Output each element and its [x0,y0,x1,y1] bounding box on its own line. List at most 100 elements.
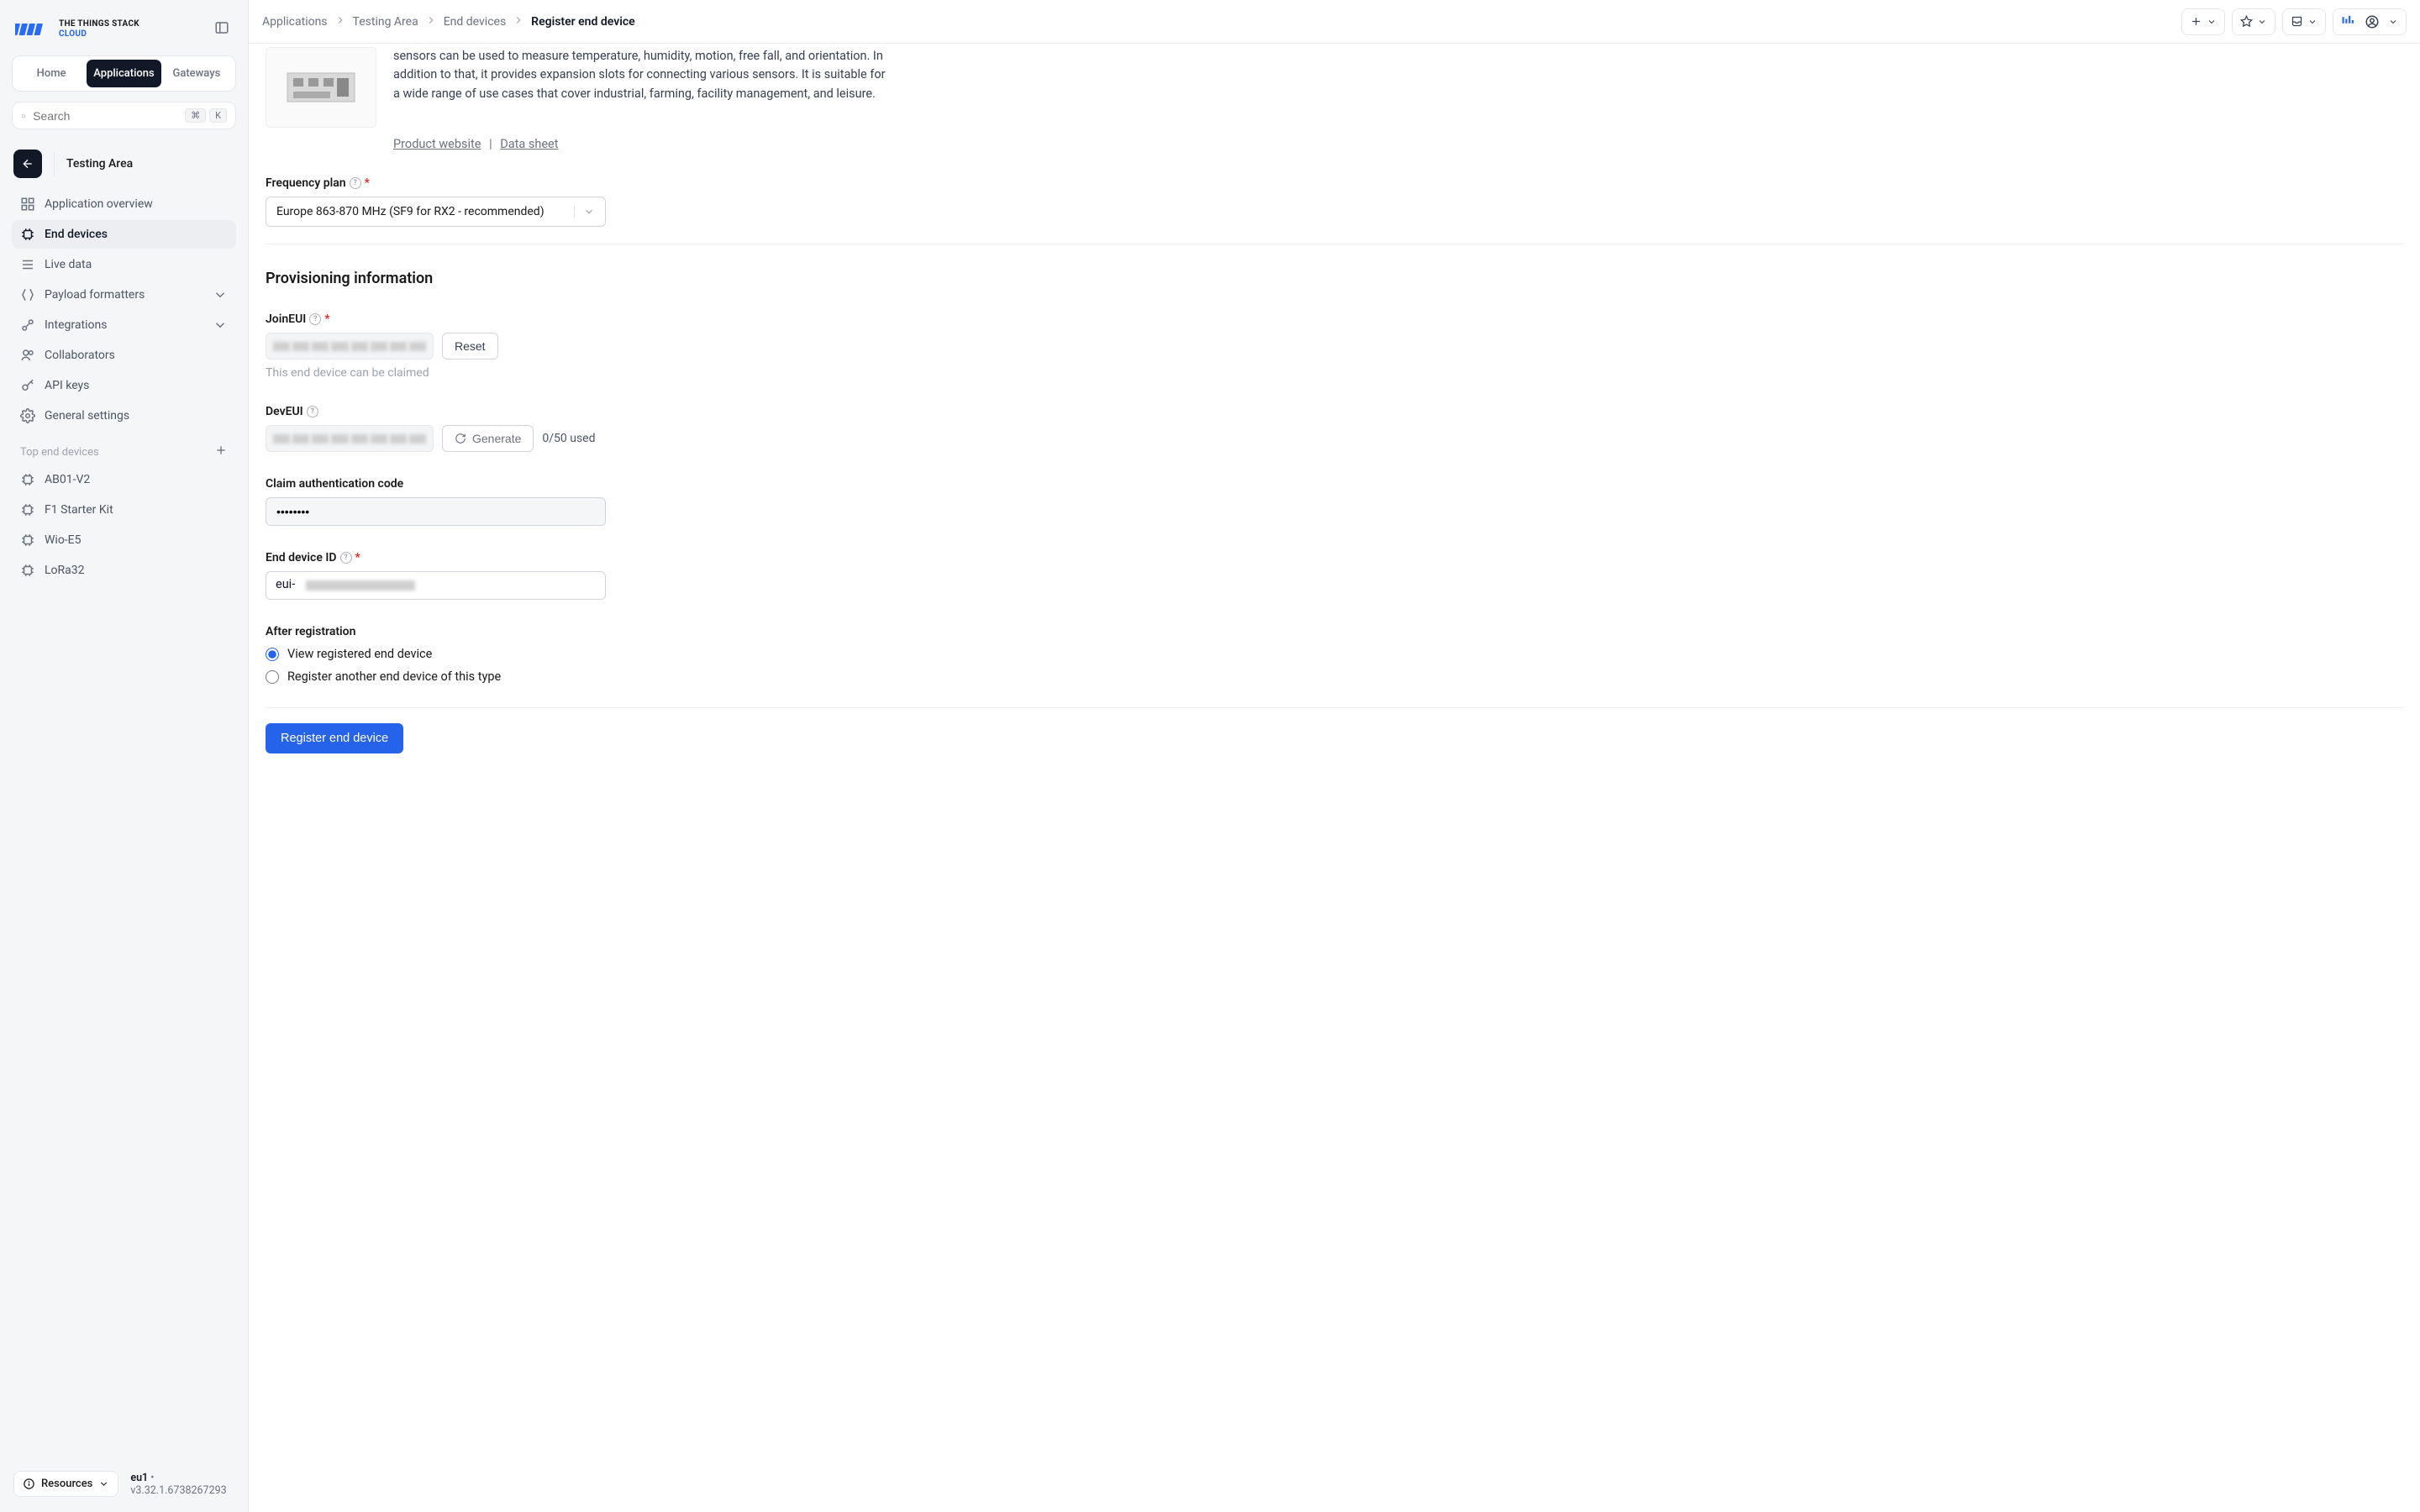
device-id-label: End device ID [266,551,337,564]
account-button[interactable] [2333,8,2407,35]
chevron-right-icon [425,14,437,26]
claim-code-input[interactable] [266,497,606,526]
product-website-link[interactable]: Product website [393,137,481,151]
product-image [266,47,376,128]
claim-code-label: Claim authentication code [266,477,403,491]
nav-end-devices[interactable]: End devices [12,220,236,249]
after-option-view[interactable]: View registered end device [266,647,2403,661]
nav-label: End devices [45,228,108,241]
brand-text-2: CLOUD [59,29,139,39]
brand-logo[interactable]: THE THINGS STACK CLOUD [15,19,139,39]
joineui-hint: This end device can be claimed [266,366,2403,380]
help-icon[interactable]: ? [350,177,361,189]
tab-applications[interactable]: Applications [87,60,161,87]
top-device-item[interactable]: AB01-V2 [12,465,236,494]
sidebar: THE THINGS STACK CLOUD Home Applications… [0,0,249,1512]
nav-api-keys[interactable]: API keys [12,371,236,400]
chip-icon [20,472,35,487]
help-icon[interactable]: ? [309,313,321,325]
star-menu-button[interactable] [2232,8,2275,35]
nav-label: Payload formatters [45,288,145,302]
cluster-info: eu1 • v3.32.1.6738267293 [130,1472,234,1497]
top-devices-header: Top end devices [20,446,99,459]
inbox-button[interactable] [2282,8,2326,35]
chevron-right-icon [513,14,524,26]
nav-general-settings[interactable]: General settings [12,402,236,430]
brand-text-1: THE THINGS STACK [59,19,139,29]
chevron-down-icon [2207,17,2217,27]
plus-icon [2190,15,2202,28]
radio-label: View registered end device [287,647,432,661]
provisioning-title: Provisioning information [266,270,2403,287]
gear-icon [20,408,35,423]
add-device-button[interactable] [214,444,228,460]
required-icon: * [365,176,370,190]
add-menu-button[interactable] [2181,8,2225,35]
refresh-icon [455,433,466,444]
tab-gateways[interactable]: Gateways [161,60,232,87]
sidebar-nav: Application overview End devices Live da… [12,190,236,430]
org-icon [2341,15,2356,28]
search-input[interactable]: ⌘K [12,102,236,129]
product-description: sensors can be used to measure temperatu… [393,47,889,103]
crumb-current: Register end device [531,15,635,29]
search-icon [21,109,26,123]
required-icon: * [324,312,329,326]
radio-view[interactable] [266,648,279,661]
device-id-prefix: eui- [276,577,295,591]
nav-collaborators[interactable]: Collaborators [12,341,236,370]
deveui-label: DevEUI [266,405,303,418]
select-value: Europe 863-870 MHz (SF9 for RX2 - recomm… [276,205,544,218]
nav-label: Collaborators [45,349,115,362]
search-field[interactable] [33,109,185,123]
breadcrumb: Applications Testing Area End devices Re… [262,14,635,29]
star-icon [2240,15,2253,28]
main-tabs: Home Applications Gateways [12,55,236,92]
nav-live-data[interactable]: Live data [12,250,236,279]
help-icon[interactable]: ? [307,406,318,417]
joineui-input[interactable] [266,333,434,360]
register-button[interactable]: Register end device [266,723,403,753]
top-devices-list: AB01-V2 F1 Starter Kit Wio-E5 LoRa32 [12,465,236,585]
nav-label: API keys [45,379,89,392]
chevron-right-icon [334,14,346,26]
chevron-down-icon [2388,17,2398,27]
after-option-another[interactable]: Register another end device of this type [266,669,2403,684]
frequency-plan-label: Frequency plan [266,176,346,190]
datasheet-link[interactable]: Data sheet [500,137,558,151]
arrow-left-icon [21,157,34,171]
generate-deveui-button[interactable]: Generate [442,425,534,452]
main-area: Applications Testing Area End devices Re… [249,0,2420,1512]
integration-icon [20,318,35,333]
nav-overview[interactable]: Application overview [12,190,236,218]
help-icon[interactable]: ? [340,552,352,564]
resources-label: Resources [41,1478,92,1490]
chevron-down-icon [98,1478,109,1489]
device-name: F1 Starter Kit [45,503,113,517]
tab-home[interactable]: Home [16,60,87,87]
chevron-down-icon [2257,17,2267,27]
device-name: AB01-V2 [45,473,90,486]
crumb-applications[interactable]: Applications [262,15,328,29]
reset-joineui-button[interactable]: Reset [442,333,498,360]
top-device-item[interactable]: LoRa32 [12,556,236,585]
radio-another[interactable] [266,670,279,684]
collapse-sidebar-icon[interactable] [211,17,233,42]
top-device-item[interactable]: F1 Starter Kit [12,496,236,524]
crumb-devices[interactable]: End devices [444,15,506,29]
frequency-plan-select[interactable]: Europe 863-870 MHz (SF9 for RX2 - recomm… [266,197,606,227]
nav-label: Application overview [45,197,153,211]
top-device-item[interactable]: Wio-E5 [12,526,236,554]
nav-payload-formatters[interactable]: Payload formatters [12,281,236,309]
code-icon [20,287,35,302]
crumb-app[interactable]: Testing Area [353,15,418,29]
deveui-input[interactable] [266,425,434,452]
deveui-counter: 0/50 used [542,432,595,445]
resources-button[interactable]: Resources [13,1471,118,1497]
grid-icon [20,197,35,212]
required-icon: * [355,551,360,564]
back-button[interactable] [13,150,42,178]
device-name: LoRa32 [45,564,85,577]
after-registration-label: After registration [266,625,355,638]
nav-integrations[interactable]: Integrations [12,311,236,339]
